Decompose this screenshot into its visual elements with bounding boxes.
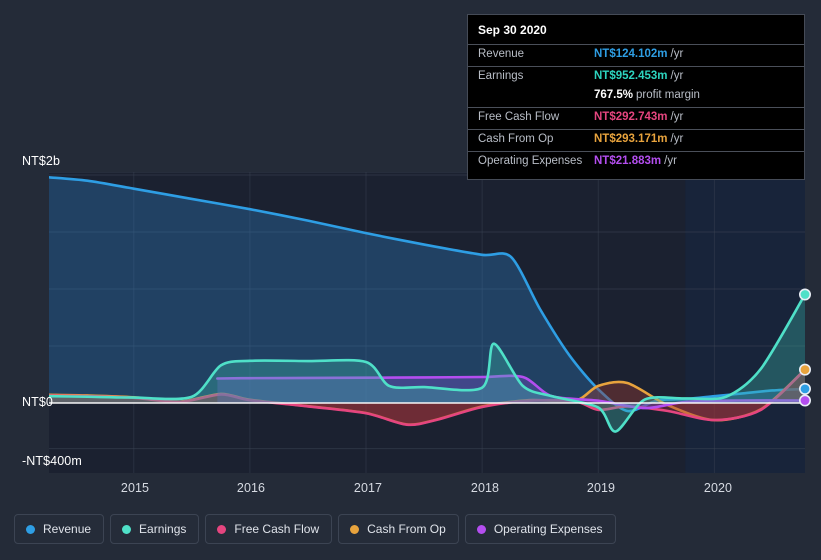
- chart-legend: Revenue Earnings Free Cash Flow Cash Fro…: [14, 514, 616, 544]
- tooltip-unit-earnings: /yr: [670, 70, 684, 82]
- tooltip-label-earnings: Earnings: [478, 70, 524, 82]
- tooltip-value-free-cash-flow: NT$292.743m: [594, 111, 668, 123]
- tooltip-value-operating-expenses: NT$21.883m: [594, 155, 662, 167]
- legend-label-earnings: Earnings: [139, 522, 187, 536]
- financial-area-chart: NT$2b NT$0 -NT$400m 2015 2016 2017 2018 …: [0, 0, 821, 560]
- tooltip-value-cash-from-op: NT$293.171m: [594, 133, 668, 145]
- tooltip-value-revenue: NT$124.102m: [594, 48, 668, 60]
- tooltip-row-operating-expenses: Operating Expenses NT$21.883m /yr: [468, 151, 804, 173]
- tooltip-label-cash-from-op: Cash From Op: [478, 133, 554, 145]
- legend-label-operating-expenses: Operating Expenses: [493, 522, 603, 536]
- legend-label-free-cash-flow: Free Cash Flow: [234, 522, 320, 536]
- y-axis-label-bottom: -NT$400m: [22, 454, 82, 468]
- y-axis-label-zero: NT$0: [22, 395, 53, 409]
- legend-dot-operating-expenses-icon: [476, 524, 486, 534]
- legend-dot-earnings-icon: [122, 524, 132, 534]
- tooltip-label-revenue: Revenue: [478, 48, 525, 60]
- x-axis-tick-2017: 2017: [353, 481, 383, 495]
- x-axis-tick-2020: 2020: [703, 481, 733, 495]
- tooltip-unit-revenue: /yr: [670, 48, 684, 60]
- legend-dot-cash-from-op-icon: [350, 524, 360, 534]
- legend-item-operating-expenses[interactable]: Operating Expenses: [464, 514, 616, 544]
- tooltip-label-operating-expenses: Operating Expenses: [478, 155, 583, 167]
- tooltip-unit-operating-expenses: /yr: [664, 155, 677, 167]
- chart-tooltip: Sep 30 2020 Revenue NT$124.102m /yr Earn…: [467, 14, 805, 180]
- tooltip-row-free-cash-flow: Free Cash Flow NT$292.743m /yr: [468, 107, 804, 129]
- tooltip-value-earnings: NT$952.453m: [594, 70, 668, 82]
- x-axis-tick-2019: 2019: [586, 481, 616, 495]
- tooltip-row-cash-from-op: Cash From Op NT$293.171m /yr: [468, 129, 804, 151]
- y-axis-label-top: NT$2b: [22, 154, 61, 168]
- tooltip-label-free-cash-flow: Free Cash Flow: [478, 111, 560, 123]
- x-axis-tick-2018: 2018: [470, 481, 500, 495]
- legend-item-cash-from-op[interactable]: Cash From Op: [338, 514, 459, 544]
- tooltip-unit-cash-from-op: /yr: [670, 133, 684, 145]
- legend-item-earnings[interactable]: Earnings: [110, 514, 200, 544]
- legend-item-free-cash-flow[interactable]: Free Cash Flow: [205, 514, 333, 544]
- legend-dot-free-cash-flow-icon: [217, 524, 227, 534]
- tooltip-label-profit-margin: profit margin: [636, 89, 700, 101]
- tooltip-date-title: Sep 30 2020: [478, 23, 547, 37]
- tooltip-row-earnings: Earnings NT$952.453m /yr: [468, 66, 804, 88]
- x-axis-tick-2016: 2016: [236, 481, 266, 495]
- tooltip-row-profit-margin: 767.5% profit margin: [468, 88, 804, 107]
- tooltip-unit-free-cash-flow: /yr: [670, 111, 684, 123]
- legend-label-cash-from-op: Cash From Op: [367, 522, 446, 536]
- legend-label-revenue: Revenue: [43, 522, 92, 536]
- tooltip-row-revenue: Revenue NT$124.102m /yr: [468, 44, 804, 66]
- tooltip-value-profit-margin: 767.5%: [594, 89, 634, 101]
- legend-dot-revenue-icon: [26, 524, 35, 534]
- x-axis-tick-2015: 2015: [120, 481, 150, 495]
- legend-item-revenue[interactable]: Revenue: [14, 514, 105, 544]
